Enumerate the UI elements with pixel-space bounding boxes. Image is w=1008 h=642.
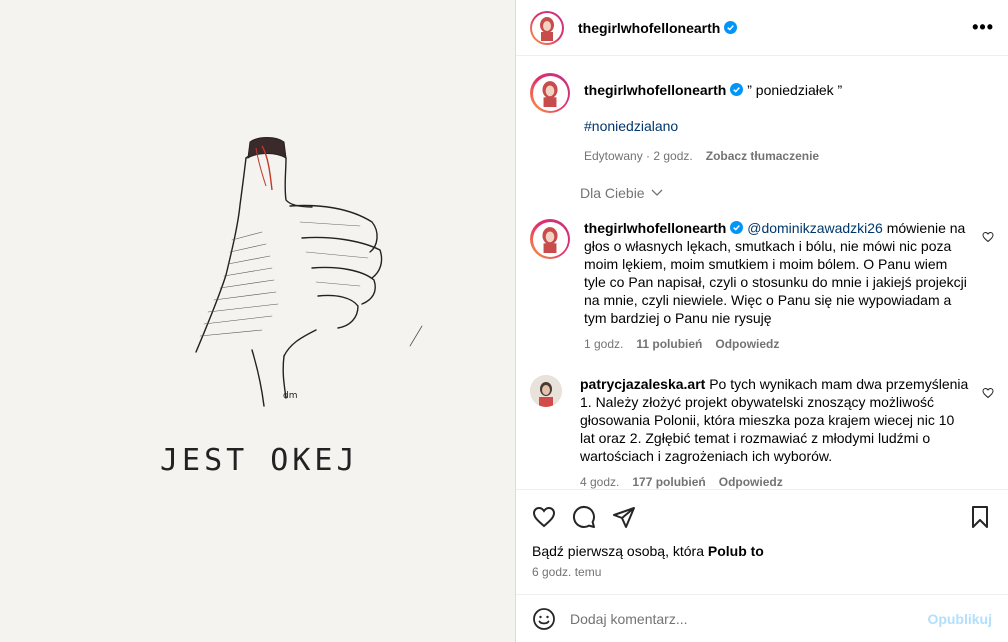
reply-button[interactable]: Odpowiedz bbox=[715, 335, 779, 353]
comment-item: thegirlwhofellonearth @dominikzawadzki26… bbox=[530, 219, 994, 353]
like-heart-icon[interactable] bbox=[532, 505, 556, 529]
like-this-link[interactable]: Polub to bbox=[708, 543, 764, 559]
comment-likes[interactable]: 177 polubień bbox=[632, 473, 705, 489]
post-caption: thegirlwhofellonearth ” poniedziałek ” #… bbox=[530, 73, 994, 165]
commenter-avatar[interactable] bbox=[530, 375, 562, 407]
verified-badge-icon bbox=[730, 83, 744, 96]
comment-likes[interactable]: 11 polubień bbox=[636, 335, 702, 353]
post-details-panel: thegirlwhofellonearth ••• thegirlwhofell… bbox=[515, 0, 1008, 642]
comment-time: 4 godz. bbox=[580, 475, 620, 489]
post-image[interactable]: dm JEST OKEJ bbox=[0, 0, 515, 642]
emoji-smiley-icon[interactable] bbox=[532, 607, 556, 631]
caption-text: ” poniedziałek ” bbox=[747, 82, 843, 98]
svg-text:dm: dm bbox=[283, 391, 297, 401]
verified-badge-icon bbox=[724, 21, 738, 34]
comment-item: patrycjazaleska.art Po tych wynikach mam… bbox=[530, 375, 994, 489]
profile-picture-icon bbox=[542, 227, 558, 253]
thumbs-up-drawing: dm JEST OKEJ bbox=[160, 137, 423, 478]
share-paper-plane-icon[interactable] bbox=[612, 505, 636, 529]
more-options-button[interactable]: ••• bbox=[972, 17, 994, 38]
verified-badge-icon bbox=[730, 221, 744, 234]
see-translation-button[interactable]: Zobacz tłumaczenie bbox=[706, 147, 819, 165]
author-username[interactable]: thegirlwhofellonearth bbox=[578, 20, 720, 36]
caption-hashtag[interactable]: #noniedzialano bbox=[584, 118, 678, 134]
publish-button[interactable]: Opublikuj bbox=[927, 611, 992, 627]
comment-filter-dropdown[interactable]: Dla Ciebie bbox=[580, 185, 994, 201]
post-header: thegirlwhofellonearth ••• bbox=[516, 0, 1008, 56]
commenter-avatar[interactable] bbox=[530, 219, 570, 259]
comment-mention[interactable]: @dominikzawadzki26 bbox=[747, 220, 883, 236]
likes-prefix: Bądź pierwszą osobą, która bbox=[532, 543, 708, 559]
comment-time: 1 godz. bbox=[584, 337, 624, 351]
save-bookmark-icon[interactable] bbox=[968, 505, 992, 529]
reply-button[interactable]: Odpowiedz bbox=[719, 473, 783, 489]
comment-username[interactable]: thegirlwhofellonearth bbox=[584, 220, 726, 236]
comments-list[interactable]: thegirlwhofellonearth ” poniedziałek ” #… bbox=[516, 57, 1008, 489]
comment-username[interactable]: patrycjazaleska.art bbox=[580, 376, 705, 392]
add-comment-bar: Opublikuj bbox=[516, 594, 1008, 642]
caption-edited: Edytowany · 2 godz. bbox=[584, 149, 693, 163]
post-timestamp: 6 godz. temu bbox=[532, 565, 602, 579]
caption-author-avatar[interactable] bbox=[530, 73, 570, 113]
chevron-down-icon bbox=[651, 189, 663, 196]
profile-picture-icon bbox=[530, 375, 562, 407]
comment-input[interactable] bbox=[570, 610, 928, 627]
caption-username[interactable]: thegirlwhofellonearth bbox=[584, 82, 726, 98]
like-comment-heart-icon[interactable] bbox=[982, 387, 994, 399]
comment-bubble-icon[interactable] bbox=[572, 505, 596, 529]
like-comment-heart-icon[interactable] bbox=[982, 231, 994, 243]
author-avatar[interactable] bbox=[530, 10, 564, 45]
profile-picture-icon bbox=[540, 16, 554, 41]
profile-picture-icon bbox=[542, 81, 558, 107]
svg-text:JEST OKEJ: JEST OKEJ bbox=[160, 443, 359, 478]
post-actions-bar bbox=[516, 489, 1008, 543]
likes-summary: Bądź pierwszą osobą, która Polub to bbox=[532, 543, 764, 559]
filter-label: Dla Ciebie bbox=[580, 185, 645, 201]
